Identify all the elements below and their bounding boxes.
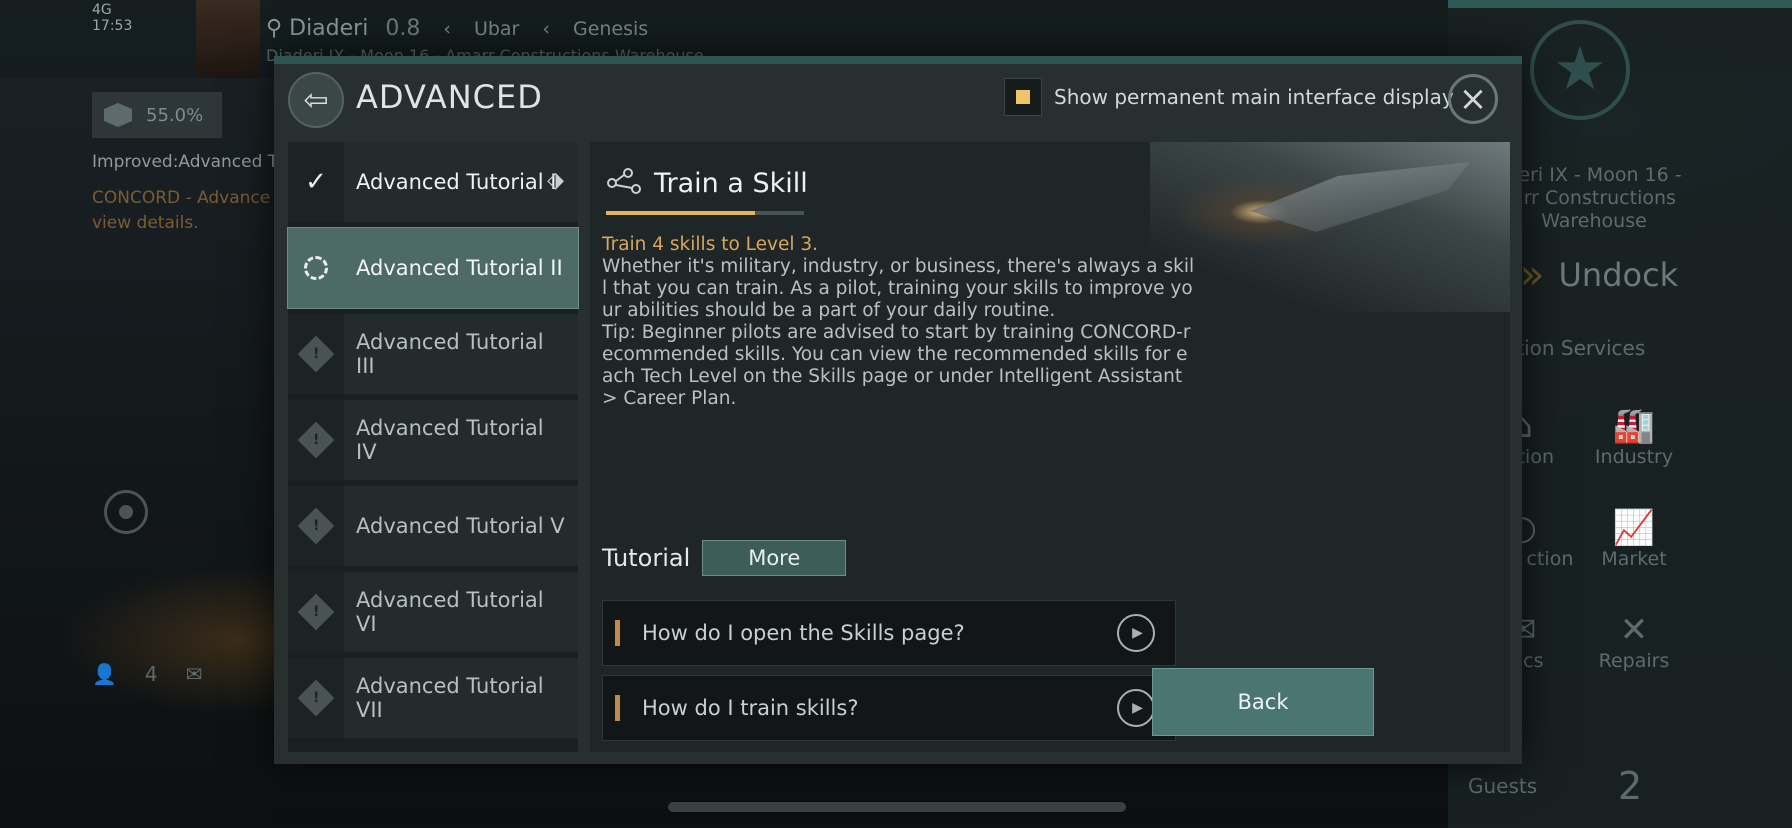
advanced-tutorial-dialog: ⇦ ADVANCED Show permanent main interface…: [274, 56, 1522, 764]
play-icon[interactable]: ▶: [1117, 614, 1155, 652]
home-indicator[interactable]: [668, 802, 1126, 812]
cargo-indicator[interactable]: 55.0%: [92, 92, 222, 138]
factory-icon: 🏭: [1612, 406, 1656, 446]
improved-notice: Improved:Advanced T: [92, 152, 279, 172]
tutorial-question-2[interactable]: How do I train skills? ▶: [602, 675, 1176, 741]
tutorial-label: Advanced Tutorial I: [344, 142, 578, 222]
tutorial-label: Advanced Tutorial III: [344, 314, 578, 394]
task-progress-bar: [606, 211, 804, 215]
close-icon: ×: [1458, 79, 1488, 119]
checkmark-icon: ✓: [288, 142, 344, 222]
dialog-header: ⇦ ADVANCED Show permanent main interface…: [274, 64, 1522, 136]
chart-icon: 📈: [1612, 508, 1656, 548]
ship-artwork: [1150, 142, 1510, 312]
tutorial-label: Advanced Tutorial IV: [344, 400, 578, 480]
concord-notice[interactable]: CONCORD - Advance view details.: [92, 186, 272, 236]
service-label: Repairs: [1598, 650, 1670, 672]
service-repairs[interactable]: ✕ Repairs: [1574, 610, 1694, 672]
more-button[interactable]: More: [702, 540, 847, 576]
undock-label: Undock: [1558, 256, 1679, 294]
chevron-left-icon: ‹: [443, 18, 451, 40]
service-label: Industry: [1594, 446, 1674, 468]
station-services-label: ation Services: [1504, 336, 1646, 360]
task-goal: Train 4 skills to Level 3.: [602, 234, 819, 255]
locked-icon: !: [288, 400, 344, 480]
tutorial-label: Advanced Tutorial II: [344, 228, 578, 308]
pilots-count: 4: [144, 662, 158, 686]
device-status: 4G 17:53: [92, 2, 132, 34]
checkbox-dot: [1016, 90, 1030, 104]
service-label: Market: [1601, 548, 1667, 570]
mail-icon[interactable]: ✉: [186, 662, 203, 686]
right-station-name: deri IX - Moon 16 - arr Constructions Wa…: [1506, 164, 1682, 232]
close-button[interactable]: ×: [1448, 74, 1498, 124]
pilots-icon[interactable]: 👤: [92, 662, 117, 686]
undock-chevron-icon: »: [1520, 252, 1545, 298]
guests-count: 2: [1618, 764, 1643, 808]
system-name: Diaderi: [289, 16, 369, 41]
locked-icon: !: [288, 314, 344, 394]
clock: 17:53: [92, 18, 133, 34]
social-bar: 👤 4 ✉: [92, 662, 202, 686]
permanent-display-checkbox[interactable]: [1004, 78, 1042, 116]
locked-icon: !: [288, 658, 344, 738]
service-industry[interactable]: 🏭 Industry: [1574, 406, 1694, 468]
pilot-avatar[interactable]: [196, 0, 260, 78]
tutorial-item-6[interactable]: ! Advanced Tutorial VI: [288, 572, 578, 652]
guests-label: Guests: [1468, 774, 1538, 798]
locked-icon: !: [288, 572, 344, 652]
location-bar[interactable]: ⚲ Diaderi 0.8 ‹ Ubar ‹ Genesis: [266, 16, 648, 41]
question-text: How do I open the Skills page?: [642, 621, 965, 645]
back-arrow-icon: ⇦: [303, 82, 329, 118]
play-icon[interactable]: ▶: [1117, 689, 1155, 727]
tutorial-section-label: Tutorial: [602, 544, 691, 572]
task-detail-panel: Train a Skill Train 4 skills to Level 3.…: [590, 142, 1510, 752]
faction-star-icon: ★: [1530, 20, 1630, 120]
skill-tree-icon: [604, 164, 642, 202]
region-ubar: Ubar: [473, 18, 520, 40]
tutorial-label: Advanced Tutorial VI: [344, 572, 578, 652]
back-button[interactable]: Back: [1152, 668, 1374, 736]
tutorial-section-header: Tutorial More: [602, 540, 847, 576]
tag-icon: ⬗: [547, 168, 564, 193]
permanent-display-label: Show permanent main interface display: [1054, 85, 1454, 109]
tutorial-item-2[interactable]: Advanced Tutorial II: [287, 227, 579, 309]
cargo-percent: 55.0%: [146, 104, 204, 126]
tutorial-label: Advanced Tutorial VII: [344, 658, 578, 738]
in-progress-icon: [288, 228, 344, 308]
network-indicator: 4G: [92, 2, 112, 18]
undock-button[interactable]: » Undock: [1520, 252, 1678, 298]
task-progress-fill: [606, 211, 755, 215]
tutorial-question-1[interactable]: How do I open the Skills page? ▶: [602, 600, 1176, 666]
back-arrow-button[interactable]: ⇦: [288, 72, 344, 128]
tutorial-label: Advanced Tutorial V: [344, 486, 578, 566]
tutorial-item-7[interactable]: ! Advanced Tutorial VII: [288, 658, 578, 738]
task-title: Train a Skill: [654, 167, 808, 199]
wrench-icon: ✕: [1619, 610, 1649, 650]
tutorial-list: ✓ Advanced Tutorial I ⬗ Advanced Tutoria…: [287, 142, 579, 752]
question-text: How do I train skills?: [642, 696, 859, 720]
tutorial-item-4[interactable]: ! Advanced Tutorial IV: [288, 400, 578, 480]
service-market[interactable]: 📈 Market: [1574, 508, 1694, 570]
beacon-icon: [104, 490, 148, 534]
tutorial-item-1[interactable]: ✓ Advanced Tutorial I ⬗: [288, 142, 578, 222]
task-header: Train a Skill: [604, 164, 808, 202]
tutorial-item-3[interactable]: ! Advanced Tutorial III: [288, 314, 578, 394]
task-description: Whether it's military, industry, or busi…: [602, 256, 1195, 409]
cargo-box-icon: [104, 103, 132, 127]
region-genesis: Genesis: [572, 18, 649, 40]
security-status: 0.8: [385, 16, 421, 41]
location-pin-icon: ⚲: [266, 16, 283, 41]
tutorial-item-5[interactable]: ! Advanced Tutorial V: [288, 486, 578, 566]
chevron-left-icon: ‹: [542, 18, 550, 40]
dialog-title: ADVANCED: [356, 78, 543, 116]
permanent-display-toggle[interactable]: Show permanent main interface display: [1004, 78, 1454, 116]
locked-icon: !: [288, 486, 344, 566]
